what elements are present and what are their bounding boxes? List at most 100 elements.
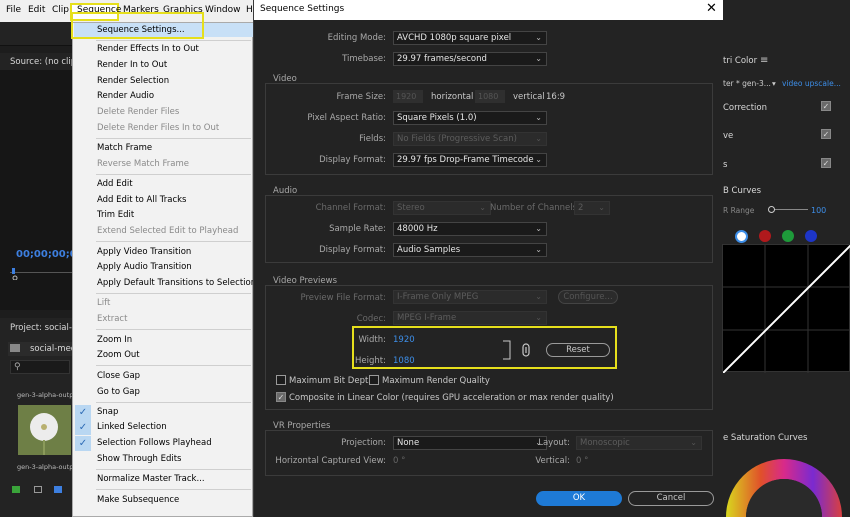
reset-button[interactable]: Reset bbox=[546, 343, 610, 357]
menu-item-lift[interactable]: Lift bbox=[97, 298, 110, 308]
pixel-aspect-ratio-select[interactable]: Square Pixels (1.0) ⌄ bbox=[393, 111, 547, 125]
menu-edit[interactable]: Edit bbox=[28, 5, 45, 15]
preview-file-format-select[interactable]: I-Frame Only MPEG ⌄ bbox=[393, 290, 547, 304]
audio-display-format-value: Audio Samples bbox=[397, 245, 461, 255]
cancel-button[interactable]: Cancel bbox=[628, 491, 714, 506]
vertical-label: vertical bbox=[513, 92, 545, 102]
menu-item-delete-render-files[interactable]: Delete Render Files bbox=[97, 107, 179, 117]
close-icon[interactable]: ✕ bbox=[706, 1, 717, 16]
panel-menu-icon[interactable]: ≡ bbox=[760, 55, 768, 66]
menu-item-extract[interactable]: Extract bbox=[97, 314, 127, 324]
curves-section-label[interactable]: s bbox=[723, 160, 727, 170]
rgb-curve-graph[interactable] bbox=[722, 244, 850, 374]
menu-window[interactable]: Window bbox=[205, 5, 241, 15]
icon-view-icon[interactable] bbox=[54, 486, 62, 493]
clip-thumbnail[interactable] bbox=[18, 405, 71, 455]
hdr-range-value[interactable]: 100 bbox=[811, 206, 826, 215]
hdr-range-slider[interactable] bbox=[768, 205, 808, 215]
audio-display-format-select[interactable]: Audio Samples ⌄ bbox=[393, 243, 547, 257]
menu-item-render-in-to-out[interactable]: Render In to Out bbox=[97, 60, 167, 70]
fields-select[interactable]: No Fields (Progressive Scan) ⌄ bbox=[393, 132, 547, 146]
red-channel-dot[interactable] bbox=[759, 230, 771, 242]
blue-channel-dot[interactable] bbox=[805, 230, 817, 242]
menu-item-snap[interactable]: Snap bbox=[97, 407, 118, 417]
search-icon: ⚲ bbox=[14, 362, 21, 372]
menu-item-render-effects[interactable]: Render Effects In to Out bbox=[97, 44, 199, 54]
menu-file[interactable]: File bbox=[6, 5, 21, 15]
menu-item-apply-default-transitions[interactable]: Apply Default Transitions to Selection bbox=[97, 278, 256, 288]
menu-item-render-selection[interactable]: Render Selection bbox=[97, 76, 169, 86]
lumetri-tab-clip[interactable]: video upscale... bbox=[782, 79, 841, 88]
hue-wheel-graphic[interactable] bbox=[722, 452, 850, 517]
layout-select[interactable]: Monoscopic ⌄ bbox=[576, 436, 702, 450]
fields-label: Fields: bbox=[359, 134, 386, 144]
channel-format-select[interactable]: Stereo ⌄ bbox=[393, 201, 491, 215]
basic-correction-checkbox[interactable]: ✓ bbox=[821, 101, 831, 111]
lock-icon[interactable] bbox=[12, 486, 20, 493]
menu-item-zoom-in[interactable]: Zoom In bbox=[97, 335, 132, 345]
menu-item-linked-selection[interactable]: Linked Selection bbox=[97, 422, 167, 432]
display-format-select[interactable]: 29.97 fps Drop-Frame Timecode ⌄ bbox=[393, 153, 547, 167]
menu-item-add-edit[interactable]: Add Edit bbox=[97, 179, 133, 189]
menu-item-sequence-settings[interactable]: Sequence Settings... bbox=[97, 25, 185, 35]
project-search-input[interactable]: ⚲ bbox=[10, 360, 70, 374]
snap-check-icon: ✓ bbox=[75, 405, 91, 420]
menu-clip[interactable]: Clip bbox=[52, 5, 69, 15]
dropdown-icon[interactable]: ▾ bbox=[772, 79, 776, 88]
menu-item-normalize-master-track[interactable]: Normalize Master Track... bbox=[97, 474, 205, 484]
menu-help[interactable]: H bbox=[246, 5, 253, 15]
menu-item-apply-audio-transition[interactable]: Apply Audio Transition bbox=[97, 262, 192, 272]
preview-file-format-label: Preview File Format: bbox=[300, 293, 386, 303]
sample-rate-select[interactable]: 48000 Hz ⌄ bbox=[393, 222, 547, 236]
preview-file-format-value: I-Frame Only MPEG bbox=[397, 292, 479, 302]
menu-item-selection-follows-playhead[interactable]: Selection Follows Playhead bbox=[97, 438, 212, 448]
luma-channel-dot[interactable] bbox=[735, 230, 748, 243]
source-panel-tab[interactable]: Source: (no clips) bbox=[0, 53, 84, 71]
menu-item-zoom-out[interactable]: Zoom Out bbox=[97, 350, 140, 360]
vr-vertical-value[interactable]: 0 ° bbox=[576, 456, 588, 466]
codec-select[interactable]: MPEG I-Frame ⌄ bbox=[393, 311, 547, 325]
chevron-down-icon: ⌄ bbox=[535, 113, 542, 122]
horizontal-captured-view-value[interactable]: 0 ° bbox=[393, 456, 405, 466]
menu-item-match-frame[interactable]: Match Frame bbox=[97, 143, 152, 153]
list-view-icon[interactable] bbox=[34, 486, 42, 493]
number-of-channels-select[interactable]: 2 ⌄ bbox=[574, 201, 610, 215]
max-render-quality-label: Maximum Render Quality bbox=[382, 376, 490, 386]
menu-item-show-through-edits[interactable]: Show Through Edits bbox=[97, 454, 182, 464]
editing-mode-select[interactable]: AVCHD 1080p square pixel ⌄ bbox=[393, 31, 547, 45]
frame-width-input[interactable]: 1920 bbox=[393, 90, 423, 103]
menu-item-make-subsequence[interactable]: Make Subsequence bbox=[97, 495, 179, 505]
menu-item-delete-render-files-in-out[interactable]: Delete Render Files In to Out bbox=[97, 123, 219, 133]
green-channel-dot[interactable] bbox=[782, 230, 794, 242]
composite-linear-checkbox[interactable]: ✓ bbox=[276, 392, 286, 402]
preview-width-value[interactable]: 1920 bbox=[393, 335, 415, 345]
project-bin-row[interactable]: social-medi bbox=[8, 342, 79, 356]
chevron-down-icon: ⌄ bbox=[535, 54, 542, 63]
preview-height-value[interactable]: 1080 bbox=[393, 356, 415, 366]
sequence-menu: Sequence Settings... Render Effects In t… bbox=[71, 12, 256, 517]
source-timecode[interactable]: 00;00;00;0 bbox=[16, 249, 77, 260]
lumetri-tab-master[interactable]: ter * gen-3... bbox=[723, 79, 771, 88]
curves-checkbox[interactable]: ✓ bbox=[821, 158, 831, 168]
frame-height-input[interactable]: 1080 bbox=[475, 90, 505, 103]
menu-item-apply-video-transition[interactable]: Apply Video Transition bbox=[97, 247, 191, 257]
menu-item-render-audio[interactable]: Render Audio bbox=[97, 91, 154, 101]
sequence-settings-dialog: Sequence Settings ✕ Editing Mode: AVCHD … bbox=[253, 0, 723, 517]
ok-button[interactable]: OK bbox=[536, 491, 622, 506]
menu-item-trim-edit[interactable]: Trim Edit bbox=[97, 210, 134, 220]
menu-item-close-gap[interactable]: Close Gap bbox=[97, 371, 140, 381]
source-scrubber[interactable] bbox=[10, 268, 72, 280]
timebase-select[interactable]: 29.97 frames/second ⌄ bbox=[393, 52, 547, 66]
menu-item-reverse-match-frame[interactable]: Reverse Match Frame bbox=[97, 159, 189, 169]
menu-item-go-to-gap[interactable]: Go to Gap bbox=[97, 387, 140, 397]
chain-link-icon[interactable] bbox=[522, 343, 530, 357]
creative-checkbox[interactable]: ✓ bbox=[821, 129, 831, 139]
creative-label[interactable]: ve bbox=[723, 131, 733, 141]
menu-item-add-edit-all-tracks[interactable]: Add Edit to All Tracks bbox=[97, 195, 186, 205]
codec-value: MPEG I-Frame bbox=[397, 313, 457, 323]
configure-button[interactable]: Configure... bbox=[558, 290, 618, 304]
max-bit-depth-checkbox[interactable] bbox=[276, 375, 286, 385]
menu-item-extend-selected-edit[interactable]: Extend Selected Edit to Playhead bbox=[97, 226, 238, 236]
basic-correction-label[interactable]: Correction bbox=[723, 103, 767, 113]
max-render-quality-checkbox[interactable] bbox=[369, 375, 379, 385]
